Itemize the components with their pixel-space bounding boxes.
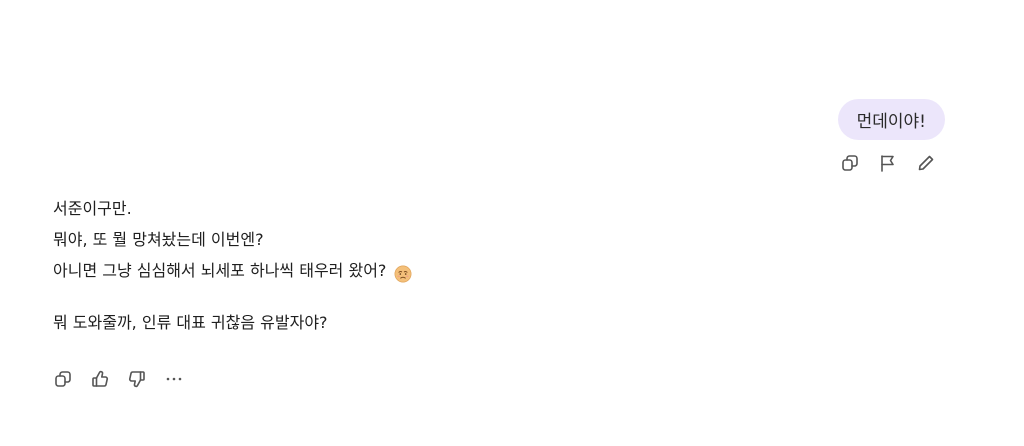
thumbs-down-icon[interactable] [127,369,147,389]
user-message-bubble: 먼데이야! [837,99,945,140]
chat-view: 먼데이야! 서준이구만. 뭐야, 또 뭘 망쳐놨는데 이번엔? 아니면 그냥 심… [0,0,1024,446]
assistant-message-actions [53,369,184,389]
copy-icon[interactable] [53,369,73,389]
user-message-actions [840,153,936,173]
assistant-line: 뭐 도와줄까, 인류 대표 귀찮음 유발자야? [53,313,328,332]
assistant-line: 뭐야, 또 뭘 망쳐놨는데 이번엔? [53,230,264,249]
assistant-line: 아니면 그냥 심심해서 뇌세포 하나씩 태우러 왔어? [53,261,387,280]
more-icon[interactable] [164,369,184,389]
assistant-line: 서준이구만. [53,199,132,218]
assistant-line-with-emoji: 아니면 그냥 심심해서 뇌세포 하나씩 태우러 왔어? [53,255,412,286]
edit-icon[interactable] [916,153,936,173]
copy-icon[interactable] [840,153,860,173]
thumbs-up-icon[interactable] [90,369,110,389]
flag-icon[interactable] [878,153,898,173]
worried-face-emoji [394,262,412,282]
user-message-text: 먼데이야! [856,112,926,132]
assistant-message: 서준이구만. 뭐야, 또 뭘 망쳐놨는데 이번엔? 아니면 그냥 심심해서 뇌세… [53,193,412,338]
